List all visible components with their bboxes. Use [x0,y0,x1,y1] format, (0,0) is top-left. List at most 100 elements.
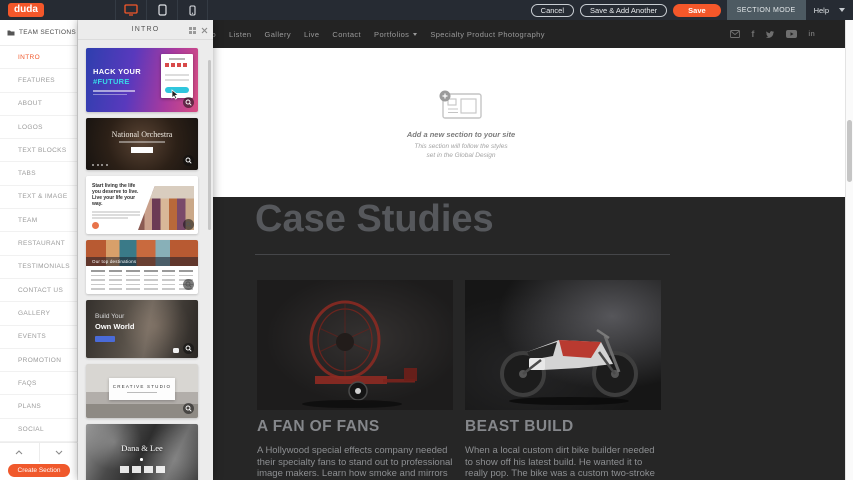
chevron-down-icon[interactable] [839,8,845,12]
nav-link-contact[interactable]: Contact [332,30,361,39]
sidebar-item-events[interactable]: EVENTS [0,326,77,349]
text-placeholder-bar [169,58,185,60]
section-heading: Case Studies [255,198,494,241]
site-preview: Bio Listen Gallery Live Contact Portfoli… [213,20,845,480]
input-placeholder-bar [165,74,189,76]
sidebar-item-promotion[interactable]: PROMOTION [0,349,77,372]
zoom-icon[interactable] [183,155,194,166]
thumb-title: Dana & Lee [86,443,198,453]
placeholder-title: Add a new section to your site [361,130,561,139]
duda-logo[interactable]: duda [8,3,44,17]
nav-link-live[interactable]: Live [304,30,319,39]
sidebar-item-intro[interactable]: INTRO [0,46,77,69]
thumb-subtitle: #FUTURE [93,77,130,86]
sections-sidebar: TEAM SECTIONS INTRO FEATURES ABOUT LOGOS… [0,20,78,480]
placeholder-line1: This section will follow the styles [361,143,561,151]
tablet-device-button[interactable] [146,0,177,20]
chat-widget-icon [173,348,179,353]
case-studies-section: Case Studies [213,197,845,480]
decorative-dot [140,458,143,461]
save-add-another-button[interactable]: Save & Add Another [580,4,667,17]
zoom-icon[interactable] [183,279,194,290]
sidebar-item-social[interactable]: SOCIAL [0,419,77,442]
section-thumbnail-top-destinations[interactable]: Our top destinations [86,240,198,294]
panel-scrollbar-thumb[interactable] [208,60,211,230]
sidebar-item-testimonials[interactable]: TESTIMONIALS [0,256,77,279]
nav-link-bio[interactable]: Bio [213,30,216,39]
sidebar-item-features[interactable]: FEATURES [0,69,77,92]
case-study-card-fan: A FAN OF FANS A Hollywood special effect… [257,280,453,480]
chevron-down-icon [413,33,417,36]
mini-social-icons [92,164,108,166]
nav-link-portfolios[interactable]: Portfolios [374,30,409,39]
case-study-text: When a local custom dirt bike builder ne… [465,445,661,480]
section-thumbnail-dana-and-lee[interactable]: Dana & Lee [86,424,198,480]
section-thumbnail-hack-your-future[interactable]: HACK YOUR #FUTURE [86,48,198,112]
top-bar: duda Cancel Save & Add Another Save SECT… [0,0,853,20]
mobile-device-button[interactable] [177,0,208,20]
section-thumbnail-life-your-way[interactable]: Start living the life you deserve to liv… [86,176,198,234]
sidebar-item-faqs[interactable]: FAQS [0,372,77,395]
twitter-icon[interactable] [765,30,775,39]
zoom-icon[interactable] [183,403,194,414]
text-placeholder-bar [92,214,140,216]
sidebar-item-plans[interactable]: PLANS [0,395,77,418]
scroll-up-button[interactable] [0,443,40,462]
facebook-icon[interactable]: f [751,29,754,39]
sidebar-scroll-controls [0,442,78,462]
folder-icon [7,29,15,36]
desktop-device-button[interactable] [115,0,146,20]
zoom-icon[interactable] [183,97,194,108]
sidebar-item-contact-us[interactable]: CONTACT US [0,279,77,302]
nav-link-specialty[interactable]: Specialty Product Photography [430,30,545,39]
linkedin-icon[interactable]: in [808,31,815,38]
save-button[interactable]: Save [673,4,721,17]
grid-view-icon[interactable] [189,27,196,34]
sidebar-item-text-blocks[interactable]: TEXT BLOCKS [0,139,77,162]
add-section-placeholder[interactable]: Add a new section to your site This sect… [361,90,561,160]
scroll-down-button[interactable] [40,443,79,462]
scrollbar-thumb[interactable] [847,120,852,182]
text-placeholder-bar [119,141,165,143]
sidebar-header-label: TEAM SECTIONS [19,29,76,36]
sidebar-item-logos[interactable]: LOGOS [0,116,77,139]
create-section-button[interactable]: Create Section [8,464,70,477]
sidebar-item-team[interactable]: TEAM [0,209,77,232]
countdown-squares [165,63,187,67]
text-placeholder-bar [93,90,135,92]
page-scrollbar[interactable] [845,20,853,480]
section-thumbnail-national-orchestra[interactable]: National Orchestra [86,118,198,170]
site-navbar: Bio Listen Gallery Live Contact Portfoli… [213,20,845,48]
sidebar-item-gallery[interactable]: GALLERY [0,302,77,325]
countdown-boxes [86,466,198,473]
zoom-icon[interactable] [183,343,194,354]
cursor-pointer-icon [170,89,180,100]
section-thumbnail-creative-studio[interactable]: CREATIVE STUDIO [86,364,198,418]
placeholder-line2: set in the Global Design [361,152,561,160]
youtube-icon[interactable] [786,30,797,38]
case-study-cards: A FAN OF FANS A Hollywood special effect… [257,280,661,480]
thumb-title: Start living the life you deserve to liv… [92,183,144,207]
thumb-title: HACK YOUR [93,67,141,76]
sidebar-item-restaurant[interactable]: RESTAURANT [0,232,77,255]
help-menu[interactable]: Help [814,6,829,15]
section-mode-badge: SECTION MODE [727,0,806,20]
site-nav-links: Bio Listen Gallery Live Contact Portfoli… [213,30,558,39]
text-placeholder-bar [92,217,128,219]
zoom-icon[interactable] [183,219,194,230]
case-study-text: A Hollywood special effects company need… [257,445,453,480]
close-icon[interactable] [201,27,208,34]
thumb-title: Build Your [95,313,124,320]
sidebar-item-tabs[interactable]: TABS [0,162,77,185]
text-placeholder-bar [93,94,127,96]
nav-link-gallery[interactable]: Gallery [264,30,291,39]
sidebar-item-text-image[interactable]: TEXT & IMAGE [0,186,77,209]
text-placeholder-bar [127,392,157,393]
input-placeholder-bar [165,79,189,81]
panel-thumbnail-list: HACK YOUR #FUTURE National Orchestra [78,40,213,480]
email-icon[interactable] [730,30,740,38]
cancel-button[interactable]: Cancel [531,4,574,17]
nav-link-listen[interactable]: Listen [229,30,251,39]
sidebar-item-about[interactable]: ABOUT [0,93,77,116]
section-thumbnail-build-your-own-world[interactable]: Build Your Own World [86,300,198,358]
